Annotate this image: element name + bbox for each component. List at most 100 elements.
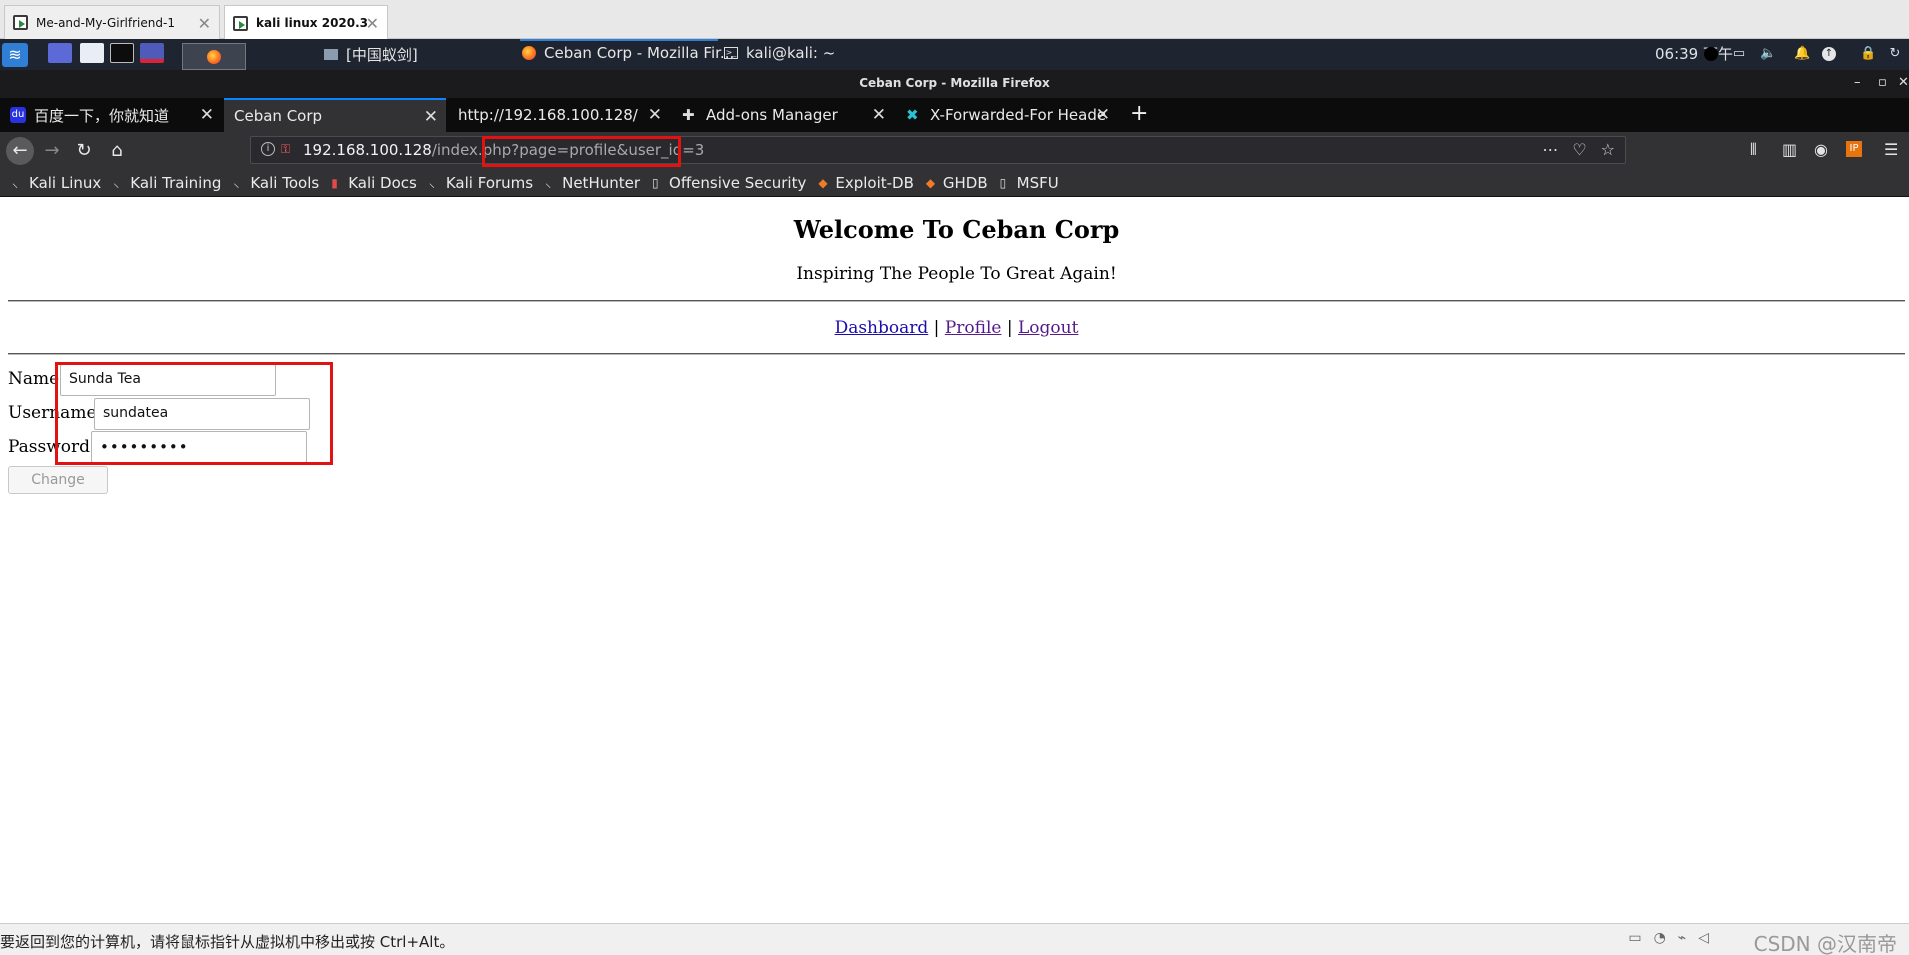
page-content: Welcome To Ceban Corp Inspiring The Peop… (0, 198, 1909, 923)
bookmark-kali-forums[interactable]: ⸜ Kali Forums (429, 174, 533, 192)
tab-label: Add-ons Manager (706, 106, 838, 124)
bookmark-kali-tools[interactable]: ⸜ Kali Tools (233, 174, 319, 192)
screen-recorder-icon[interactable] (140, 43, 164, 63)
workspace-icon[interactable] (48, 43, 72, 63)
network-adapter-icon[interactable]: ◔ (1654, 930, 1666, 946)
update-icon[interactable]: ↑ (1822, 47, 1836, 61)
terminal-launcher-icon[interactable] (110, 43, 134, 63)
volume-icon[interactable]: 🔈 (1760, 47, 1776, 61)
vm-status-hint: 要返回到您的计算机，请将鼠标指针从虚拟机中移出或按 Ctrl+Alt。 (0, 933, 455, 951)
taskbar-item-label: [中国蚁剑] (346, 46, 418, 64)
new-tab-icon[interactable]: + (1130, 101, 1148, 126)
insecure-lock-icon[interactable]: ⚿ (281, 142, 295, 156)
bookmark-label: GHDB (942, 173, 988, 192)
page-actions-icon[interactable]: ⋯ (1542, 140, 1558, 159)
kali-menu-icon[interactable]: ≋ (2, 43, 28, 67)
taskbar-item-terminal[interactable]: >_ kali@kali: ~ (724, 44, 835, 62)
kali-docs-icon: ▮ (331, 175, 338, 190)
bookmarks-toolbar: ⸜ Kali Linux ⸜ Kali Training ⸜ Kali Tools ▮… (0, 169, 1909, 197)
maximize-icon[interactable]: ▫ (1878, 70, 1887, 96)
taskbar-item-firefox[interactable]: Ceban Corp - Mozilla Fir... (522, 44, 734, 62)
page-title: Welcome To Ceban Corp (793, 215, 1120, 244)
url-query: page=profile&user_id=3 (519, 141, 705, 159)
network-status-icon[interactable] (1704, 47, 1718, 61)
exploit-db-icon: ◆ (818, 175, 828, 190)
firefox-launcher-icon[interactable] (182, 43, 246, 70)
bookmark-star-icon[interactable]: ☆ (1601, 140, 1615, 159)
bookmark-kali-linux[interactable]: ⸜ Kali Linux (12, 174, 101, 192)
username-field[interactable]: sundatea (94, 398, 310, 430)
tab-label: http://192.168.100.128/ (458, 106, 638, 124)
change-button[interactable]: Change (8, 466, 108, 494)
tab-ceban-corp[interactable]: Ceban Corp ✕ (224, 98, 446, 132)
extension-ip-icon[interactable]: IP (1846, 141, 1862, 157)
minimize-icon[interactable]: – (1854, 70, 1861, 96)
sound-icon[interactable]: ◁ (1698, 930, 1709, 946)
tab-x-forwarded-for[interactable]: ✖ X-Forwarded-For Heade ✕ (896, 98, 1118, 132)
bookmark-offensive-security[interactable]: ▯ Offensive Security (652, 174, 806, 192)
divider (8, 300, 1905, 302)
bookmark-exploit-db[interactable]: ◆ Exploit-DB (818, 174, 914, 192)
close-tab-icon[interactable]: ✕ (648, 105, 662, 125)
usb-icon[interactable]: ⌁ (1678, 930, 1686, 946)
tab-http-192[interactable]: http://192.168.100.128/ ✕ (448, 98, 670, 132)
logout-icon[interactable]: ↻ (1888, 47, 1902, 61)
vm-status-bar: 要返回到您的计算机，请将鼠标指针从虚拟机中移出或按 Ctrl+Alt。 ▭ ◔ … (0, 923, 1909, 955)
site-info-icon[interactable]: i (261, 142, 275, 156)
close-icon[interactable]: ✕ (366, 14, 379, 33)
close-window-icon[interactable]: ✕ (1898, 70, 1909, 96)
vm-tab-bar: Me-and-My-Girlfriend-1 ✕ kali linux 2020… (0, 0, 1909, 40)
kali-dragon-icon: ⸜ (545, 175, 552, 190)
url-bar[interactable]: i ⚿ 192.168.100.128/index.php?page=profi… (250, 136, 1626, 164)
offsec-icon: ▯ (999, 175, 1007, 190)
tab-addons-manager[interactable]: ✚ Add-ons Manager ✕ (672, 98, 894, 132)
url-text[interactable]: 192.168.100.128/index.php?page=profile&u… (303, 141, 704, 159)
hdd-icon[interactable]: ▭ (1628, 930, 1641, 946)
profile-link[interactable]: Profile (945, 318, 1002, 338)
hamburger-menu-icon[interactable]: ☰ (1884, 140, 1898, 159)
vm-icon (233, 15, 248, 31)
account-icon[interactable]: ◉ (1814, 140, 1828, 159)
library-icon[interactable]: ⫴ (1750, 140, 1757, 160)
home-icon[interactable]: ⌂ (103, 137, 131, 165)
close-tab-icon[interactable]: ✕ (1096, 105, 1110, 125)
window-title: Ceban Corp - Mozilla Firefox (859, 76, 1050, 90)
password-field[interactable]: ••••••••• (91, 431, 307, 463)
bookmark-kali-training[interactable]: ⸜ Kali Training (113, 174, 221, 192)
close-tab-icon[interactable]: ✕ (200, 105, 214, 125)
dashboard-link[interactable]: Dashboard (835, 318, 929, 338)
sidebar-icon[interactable]: ▥ (1782, 140, 1797, 159)
vm-tab-kali-linux[interactable]: kali linux 2020.3 ✕ (224, 5, 388, 40)
tab-baidu[interactable]: du 百度一下，你就知道 ✕ (0, 98, 222, 132)
bookmark-label: Kali Linux (29, 173, 102, 192)
reload-icon[interactable]: ↻ (70, 137, 98, 165)
vm-tab-me-and-my-girlfriend[interactable]: Me-and-My-Girlfriend-1 ✕ (4, 5, 220, 39)
name-field[interactable]: Sunda Tea (60, 364, 276, 396)
kali-dragon-icon: ⸜ (428, 175, 435, 190)
clock[interactable]: 06:39 下午 (1655, 43, 1733, 64)
forward-arrow-icon[interactable]: → (38, 137, 66, 165)
name-label: Name (8, 369, 60, 389)
pocket-icon[interactable]: ♡ (1572, 140, 1586, 159)
notification-bell-icon[interactable]: 🔔 (1794, 47, 1810, 61)
display-icon[interactable]: ▭ (1732, 47, 1746, 61)
bookmark-kali-docs[interactable]: ▮ Kali Docs (331, 174, 417, 192)
lock-icon[interactable]: 🔒 (1860, 47, 1876, 61)
close-icon[interactable]: ✕ (198, 14, 211, 33)
close-tab-icon[interactable]: ✕ (872, 105, 886, 125)
taskbar-item-antsword[interactable]: [中国蚁剑] (324, 44, 418, 65)
watermark: CSDN @汉南帝 (1753, 932, 1897, 955)
terminal-icon: >_ (724, 47, 738, 59)
bookmark-nethunter[interactable]: ⸜ NetHunter (545, 174, 640, 192)
active-task-indicator (520, 39, 718, 41)
window-title-bar: Ceban Corp - Mozilla Firefox – ▫ ✕ (0, 70, 1909, 98)
bookmark-msfu[interactable]: ▯ MSFU (1000, 174, 1059, 192)
logout-link[interactable]: Logout (1018, 318, 1078, 338)
close-tab-icon[interactable]: ✕ (424, 107, 438, 127)
bookmark-label: Kali Docs (348, 173, 417, 192)
bookmark-ghdb[interactable]: ◆ GHDB (926, 174, 988, 192)
username-label: Username (8, 403, 97, 423)
puzzle-icon: ✚ (682, 106, 695, 124)
back-arrow-icon[interactable]: ← (6, 137, 34, 165)
file-manager-icon[interactable] (80, 43, 104, 63)
